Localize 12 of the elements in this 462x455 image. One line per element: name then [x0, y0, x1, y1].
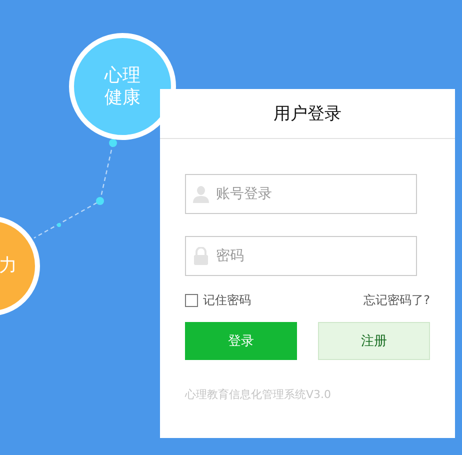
panel-title: 用户登录: [274, 103, 342, 125]
user-icon: [193, 185, 209, 203]
register-button[interactable]: 注册: [318, 322, 430, 360]
password-field[interactable]: 密码: [185, 236, 417, 276]
node-label: 心理健康: [104, 64, 140, 108]
remember-checkbox[interactable]: 记住密码: [185, 292, 251, 309]
lock-icon: [193, 247, 209, 265]
checkbox[interactable]: [185, 294, 198, 307]
forgot-password-link[interactable]: 忘记密码了?: [364, 292, 430, 309]
remember-label: 记住密码: [203, 292, 251, 309]
username-field[interactable]: 账号登录: [185, 174, 417, 214]
footer-text: 心理教育信息化管理系统V3.0: [185, 387, 332, 402]
